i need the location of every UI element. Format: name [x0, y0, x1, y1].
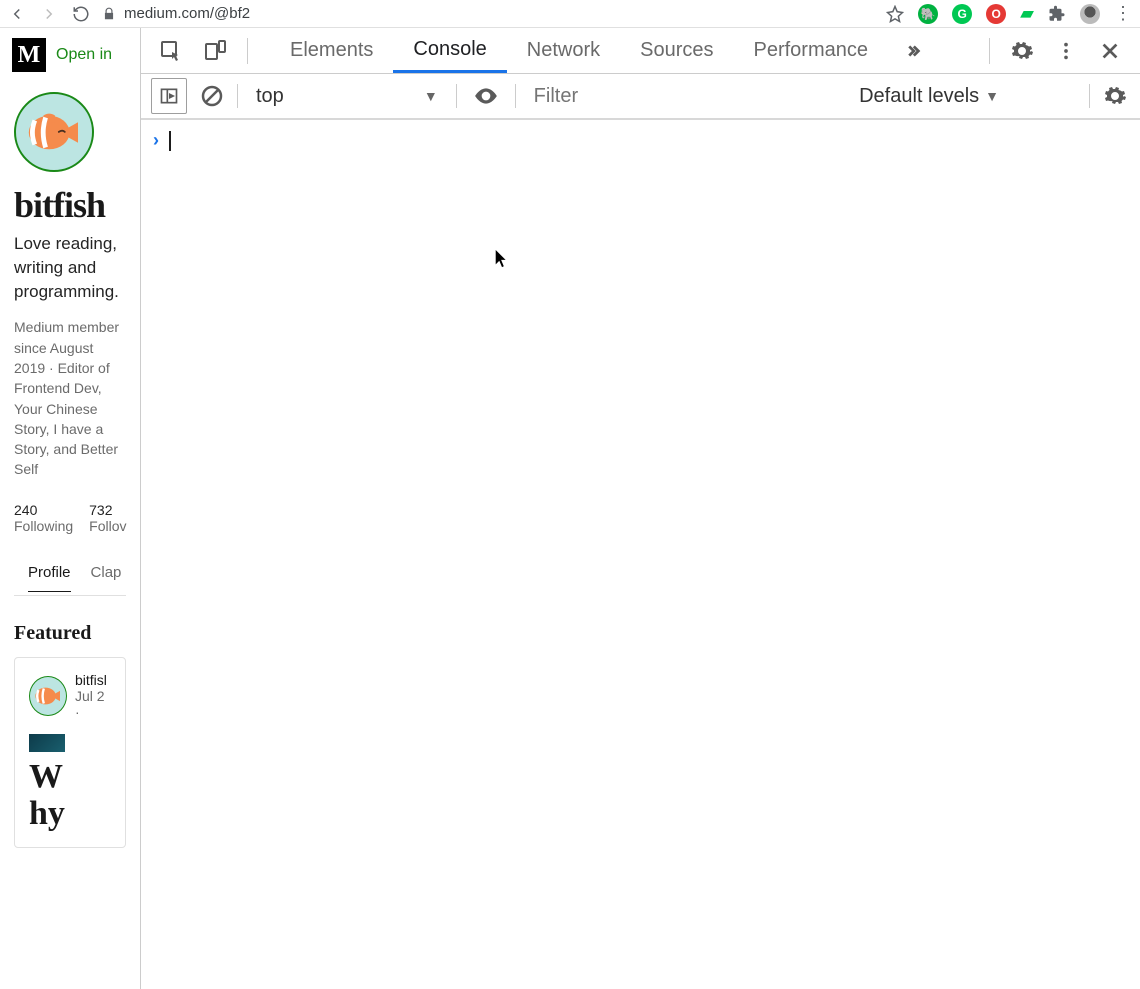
tab-performance[interactable]: Performance: [734, 28, 889, 73]
levels-label: Default levels: [859, 85, 979, 108]
following-stat[interactable]: 240 Following: [14, 502, 73, 534]
tab-profile[interactable]: Profile: [28, 564, 71, 592]
console-toolbar: top ▼ Default levels ▼: [141, 74, 1140, 120]
forward-icon[interactable]: [40, 5, 58, 23]
profile-avatar[interactable]: [14, 92, 94, 172]
chevron-down-icon: ▼: [424, 88, 438, 104]
close-devtools-icon[interactable]: [1090, 31, 1130, 71]
article-title[interactable]: W hy: [29, 758, 111, 833]
adblock-icon[interactable]: O: [986, 4, 1006, 24]
browser-nav: [8, 5, 90, 23]
page-header: M Open in: [0, 28, 140, 82]
devtools-menu-icon[interactable]: [1046, 31, 1086, 71]
featured-heading: Featured: [0, 596, 140, 657]
grammarly-icon[interactable]: G: [952, 4, 972, 24]
separator: [515, 84, 516, 108]
following-label: Following: [14, 518, 73, 534]
more-tabs-icon[interactable]: [892, 40, 932, 62]
execution-context-select[interactable]: top ▼: [248, 85, 446, 108]
page-scroll[interactable]: M Open in bitfish Love reading, writing …: [0, 28, 140, 989]
toggle-sidebar-icon[interactable]: [151, 78, 187, 114]
extensions-menu-icon[interactable]: [1048, 5, 1066, 23]
log-levels-select[interactable]: Default levels ▼: [859, 85, 999, 108]
tab-sources[interactable]: Sources: [620, 28, 733, 73]
console-prompt[interactable]: ›: [153, 130, 1128, 151]
devtools-right-controls: [981, 31, 1130, 71]
tab-network[interactable]: Network: [507, 28, 620, 73]
prompt-chevron-icon: ›: [153, 130, 159, 151]
lock-icon: [102, 7, 116, 21]
devtools-tabbar: Elements Console Network Sources Perform…: [141, 28, 1140, 74]
separator: [1089, 84, 1090, 108]
open-in-app-link[interactable]: Open in: [56, 46, 112, 64]
article-author[interactable]: bitfisl: [75, 672, 107, 688]
article-date: Jul 2 ·: [75, 688, 105, 720]
main-area: M Open in bitfish Love reading, writing …: [0, 28, 1140, 989]
bookmark-star-icon[interactable]: [886, 5, 904, 23]
profile-bio: Love reading, writing and programming.: [0, 230, 140, 305]
following-count: 240: [14, 502, 73, 518]
separator: [989, 38, 990, 64]
text-cursor: [169, 131, 171, 151]
clear-console-icon[interactable]: [197, 78, 227, 114]
separator: [456, 84, 457, 108]
devtools-panel: Elements Console Network Sources Perform…: [140, 28, 1140, 989]
console-settings-gear-icon[interactable]: [1100, 78, 1130, 114]
separator: [237, 84, 238, 108]
separator: [247, 38, 248, 64]
filter-input[interactable]: [526, 85, 706, 108]
reload-icon[interactable]: [72, 5, 90, 23]
chevron-down-icon: ▼: [985, 88, 999, 104]
devtools-tabs: Elements Console Network Sources Perform…: [270, 28, 888, 73]
extension-icon[interactable]: ▰: [1020, 3, 1034, 24]
back-icon[interactable]: [8, 5, 26, 23]
article-header: bitfisl Jul 2 ·: [29, 672, 111, 720]
console-body[interactable]: ›: [141, 120, 1140, 989]
evernote-icon[interactable]: 🐘: [918, 4, 938, 24]
followers-stat[interactable]: 732 Follov: [89, 502, 126, 534]
tab-console[interactable]: Console: [393, 28, 506, 73]
fish-icon: [24, 110, 84, 155]
article-thumbnail: [29, 734, 65, 752]
settings-gear-icon[interactable]: [1002, 31, 1042, 71]
page-viewport: M Open in bitfish Love reading, writing …: [0, 28, 140, 989]
profile-avatar-icon[interactable]: [1080, 4, 1100, 24]
device-toggle-icon[interactable]: [195, 31, 235, 71]
article-author-avatar[interactable]: [29, 676, 67, 716]
url-text: medium.com/@bf2: [124, 5, 250, 22]
tab-elements[interactable]: Elements: [270, 28, 393, 73]
chrome-menu-icon[interactable]: ⋮: [1114, 3, 1132, 24]
context-label: top: [256, 85, 284, 108]
profile-meta: Medium member since August 2019 · Editor…: [0, 305, 140, 491]
browser-toolbar: medium.com/@bf2 🐘 G O ▰ ⋮: [0, 0, 1140, 28]
medium-logo-icon[interactable]: M: [12, 38, 46, 72]
profile-tabs: Profile Clap: [14, 550, 126, 596]
address-bar[interactable]: medium.com/@bf2: [102, 5, 250, 22]
followers-label: Follov: [89, 518, 126, 534]
browser-extensions: 🐘 G O ▰ ⋮: [886, 3, 1132, 24]
article-card[interactable]: bitfisl Jul 2 · W hy: [14, 657, 126, 848]
tab-claps[interactable]: Clap: [91, 564, 122, 591]
profile-stats: 240 Following 732 Follov: [0, 492, 140, 550]
inspect-element-icon[interactable]: [151, 31, 191, 71]
live-expression-icon[interactable]: [473, 83, 499, 109]
article-meta: bitfisl Jul 2 ·: [75, 672, 111, 720]
profile-name: bitfish: [0, 180, 140, 230]
mouse-cursor-icon: [495, 250, 509, 268]
followers-count: 732: [89, 502, 126, 518]
